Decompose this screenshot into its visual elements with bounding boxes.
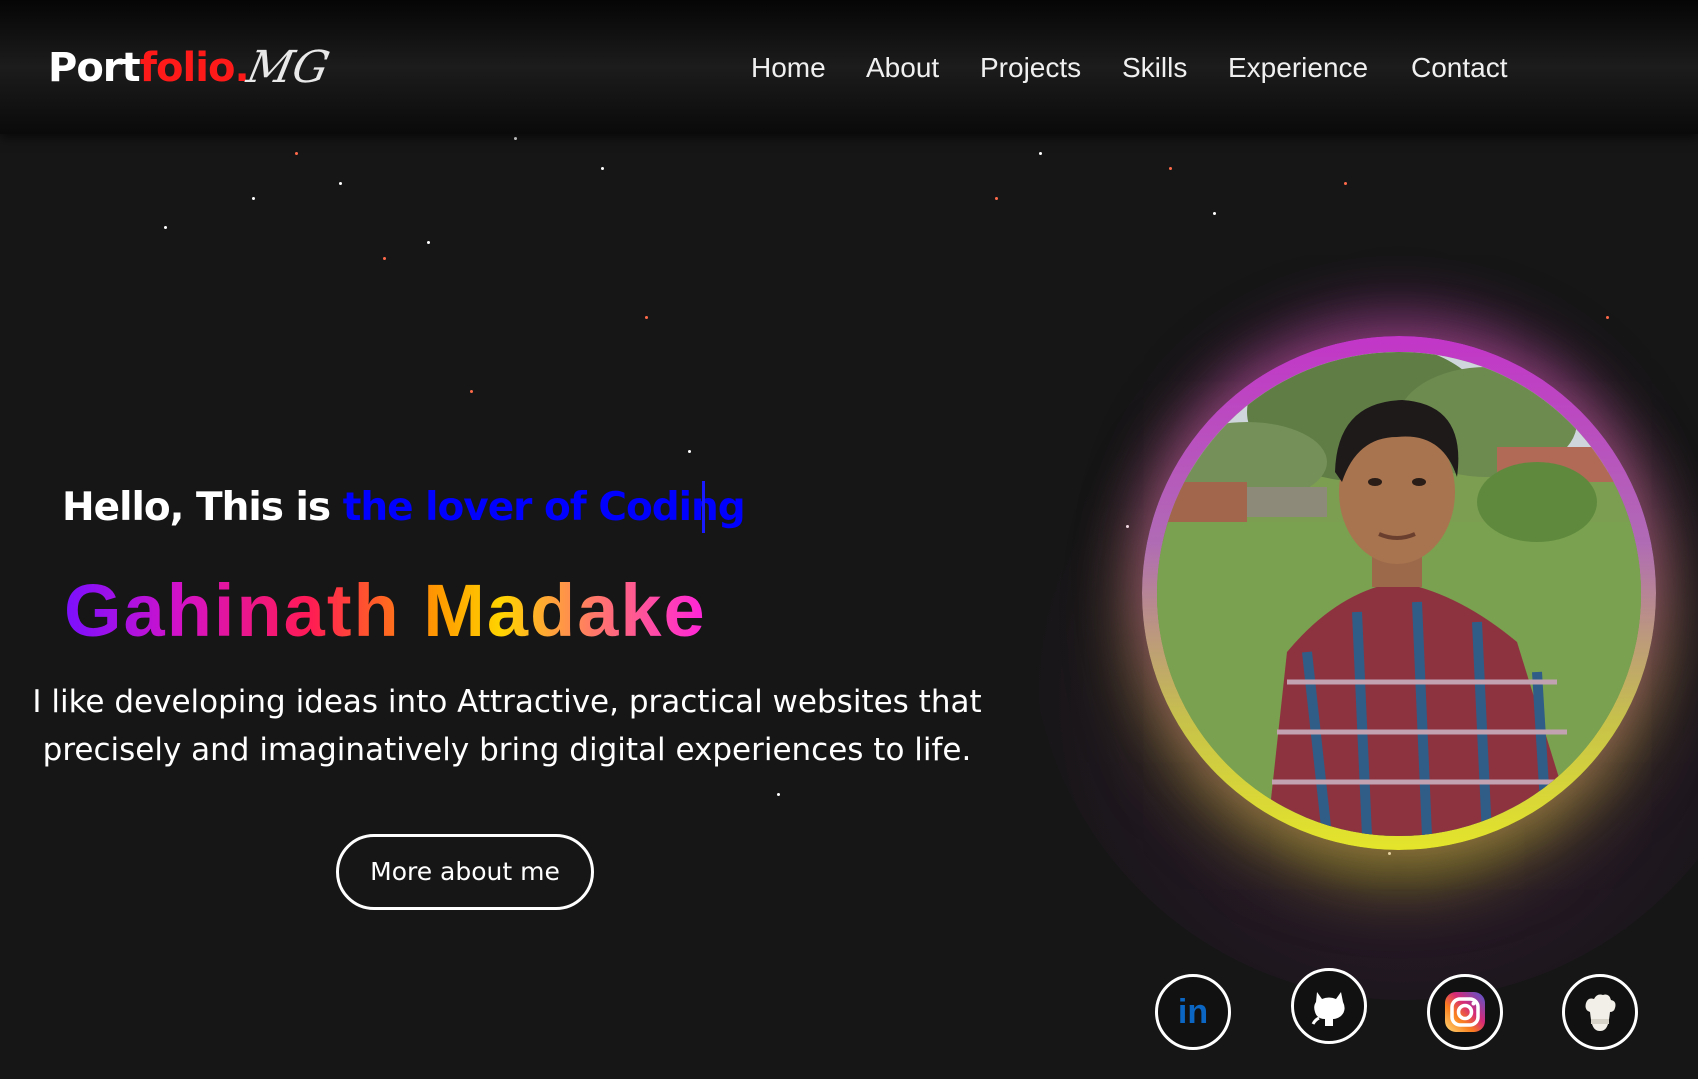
star — [164, 226, 167, 229]
hero-name: Gahinath Madake — [64, 566, 707, 656]
signature-logo: MG — [242, 42, 334, 93]
logo-part2: folio. — [139, 45, 250, 91]
instagram-link[interactable] — [1427, 974, 1503, 1050]
star — [427, 241, 430, 244]
nav-experience[interactable]: Experience — [1228, 48, 1368, 88]
star — [1606, 316, 1609, 319]
profile-photo — [1157, 352, 1641, 836]
star — [688, 450, 691, 453]
star — [1039, 152, 1042, 155]
more-about-me-button[interactable]: More about me — [336, 834, 594, 910]
star — [1344, 182, 1347, 185]
star — [995, 197, 998, 200]
star — [383, 257, 386, 260]
linkedin-icon: in — [1177, 993, 1209, 1031]
github-icon — [1311, 992, 1345, 1026]
portfolio-page: Portfolio. MG Home About Projects Skills… — [0, 0, 1698, 1079]
star — [339, 182, 342, 185]
star — [1126, 525, 1129, 528]
nav-skills[interactable]: Skills — [1122, 48, 1187, 88]
greeting-static: Hello, This is — [62, 485, 343, 530]
instagram-icon — [1445, 992, 1485, 1032]
tagline-line: I like developing ideas into Attractive,… — [32, 684, 982, 720]
star — [252, 197, 255, 200]
star — [470, 390, 473, 393]
nav-projects[interactable]: Projects — [980, 48, 1081, 88]
typing-cursor — [702, 481, 705, 533]
star — [1213, 212, 1216, 215]
nav-contact[interactable]: Contact — [1411, 48, 1508, 88]
github-link[interactable] — [1291, 968, 1367, 1044]
tagline-line: precisely and imaginatively bring digita… — [42, 732, 972, 768]
star — [295, 152, 298, 155]
greeting: Hello, This is the lover of Coding — [62, 478, 746, 538]
site-header: Portfolio. MG Home About Projects Skills… — [0, 0, 1698, 134]
nav-home[interactable]: Home — [751, 48, 826, 88]
hero-tagline: I like developing ideas into Attractive,… — [0, 678, 1014, 774]
logo-part1: Port — [48, 45, 141, 91]
star — [1169, 167, 1172, 170]
typed-text: the lover of Coding — [342, 485, 746, 530]
chef-icon — [1585, 994, 1616, 1031]
star — [601, 167, 604, 170]
star — [777, 793, 780, 796]
star — [514, 137, 517, 140]
star — [645, 316, 648, 319]
star — [1388, 852, 1391, 855]
chef-link[interactable] — [1562, 974, 1638, 1050]
profile-photo-illustration — [1157, 352, 1641, 836]
logo[interactable]: Portfolio. — [48, 42, 250, 94]
linkedin-link[interactable]: in — [1155, 974, 1231, 1050]
nav-about[interactable]: About — [866, 48, 939, 88]
